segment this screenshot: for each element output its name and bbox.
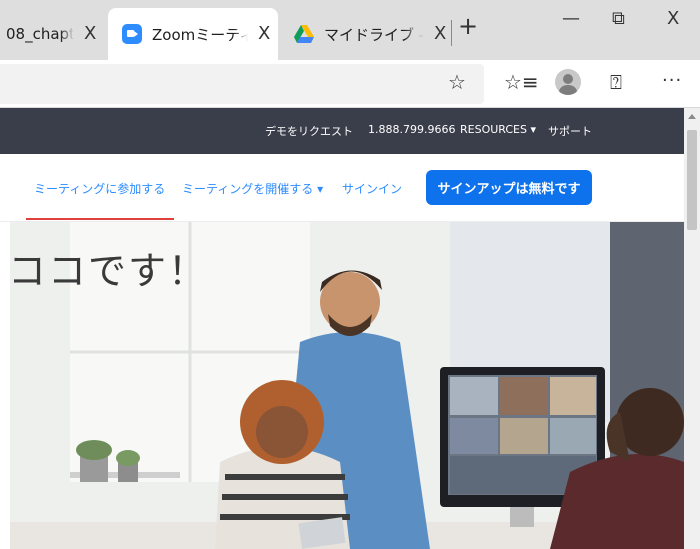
close-tab-icon[interactable]: X — [84, 25, 96, 43]
hero-heading: ココです！ — [10, 249, 209, 293]
scroll-up-arrow-icon[interactable] — [688, 114, 696, 119]
tab-title: マイドライブ - Google — [324, 25, 424, 44]
google-drive-favicon-icon — [294, 25, 314, 43]
join-meeting-link[interactable]: ミーティングに参加する — [34, 180, 165, 197]
resources-dropdown[interactable]: RESOURCES ▾ — [460, 123, 536, 136]
zoom-top-bar: デモをリクエスト 1.888.799.9666 RESOURCES ▾ サポート — [0, 108, 684, 154]
sign-up-free-button[interactable]: サインアップは無料です — [426, 170, 592, 205]
close-tab-icon[interactable]: X — [434, 25, 446, 43]
hero-section: ココです！ — [10, 222, 684, 549]
minimize-button[interactable]: — — [562, 10, 580, 28]
feedback-icon[interactable]: ⍰ — [610, 72, 622, 92]
tab-title: Zoomミーティング — [152, 25, 248, 44]
avatar-head — [563, 74, 573, 84]
page-viewport: デモをリクエスト 1.888.799.9666 RESOURCES ▾ サポート… — [0, 108, 700, 549]
tab-title: 08_chapter — [6, 25, 74, 43]
tab-chapter[interactable]: 08_chapter X — [0, 8, 106, 60]
phone-number-link[interactable]: 1.888.799.9666 — [368, 123, 455, 136]
add-favorite-star-icon[interactable]: ☆ — [448, 72, 466, 92]
new-tab-button[interactable]: + — [458, 14, 478, 38]
active-nav-underline — [26, 218, 174, 220]
window-close-button[interactable]: X — [667, 10, 679, 28]
request-demo-link[interactable]: デモをリクエスト — [265, 123, 353, 139]
close-tab-icon[interactable]: X — [258, 25, 270, 43]
scroll-thumb[interactable] — [687, 130, 697, 230]
more-menu-icon[interactable]: ··· — [662, 72, 682, 90]
browser-toolbar: ☆ ☆≡ ⍰ ··· — [0, 60, 700, 108]
profile-avatar[interactable] — [555, 69, 581, 95]
tab-zoom-meeting[interactable]: Zoomミーティング X — [108, 8, 278, 60]
zoom-favicon-icon — [122, 24, 142, 44]
support-link[interactable]: サポート — [548, 123, 592, 139]
page-scrollbar[interactable] — [684, 108, 700, 549]
zoom-main-nav: ミーティングに参加する ミーティングを開催する ▾ サインイン サインアップは無… — [0, 154, 684, 222]
tab-my-drive[interactable]: マイドライブ - Google X — [284, 8, 450, 60]
tab-separator — [451, 20, 452, 46]
host-meeting-dropdown[interactable]: ミーティングを開催する ▾ — [182, 180, 323, 197]
restore-button[interactable]: ⧉ — [612, 10, 625, 28]
browser-tab-strip: 08_chapter X Zoomミーティング X マイドライブ - Googl… — [0, 0, 700, 60]
avatar-body — [559, 85, 577, 95]
favorites-list-icon[interactable]: ☆≡ — [504, 72, 539, 92]
sign-in-link[interactable]: サインイン — [342, 180, 402, 197]
address-bar[interactable] — [0, 64, 484, 104]
